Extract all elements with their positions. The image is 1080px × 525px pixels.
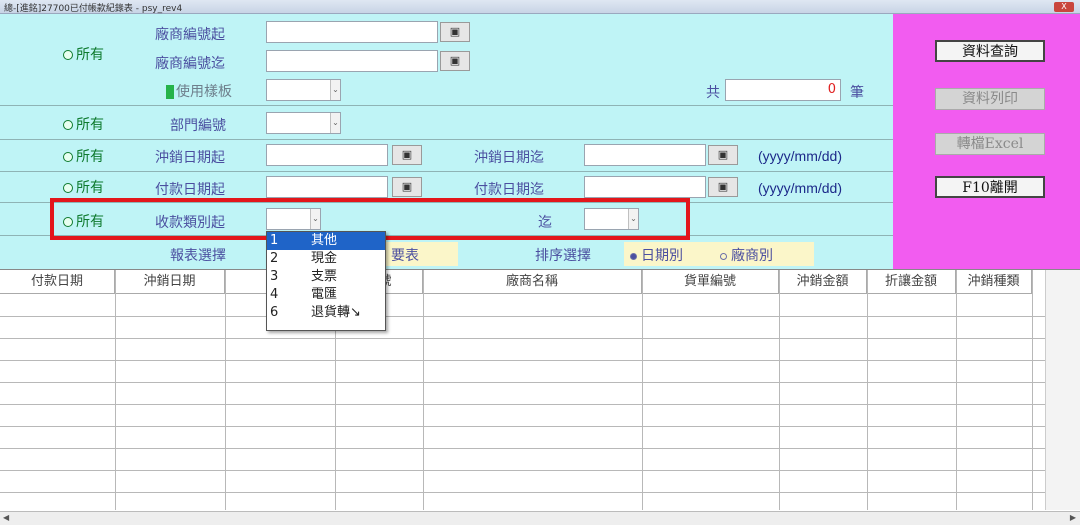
writeoff-to-lookup-button[interactable]: ▣: [708, 145, 738, 165]
writeoff-from-input[interactable]: [266, 144, 388, 166]
radio-dot-icon: [720, 252, 727, 260]
table-row[interactable]: [0, 426, 1045, 427]
pay-from-lookup-button[interactable]: ▣: [392, 177, 422, 197]
dropdown-option[interactable]: 2 現金: [267, 250, 385, 268]
column-divider: [956, 270, 957, 510]
pay-from-label: 付款日期起: [155, 182, 225, 198]
date-format-hint: (yyyy/mm/dd): [758, 180, 842, 196]
writeoff-to-label: 沖銷日期迄: [474, 150, 544, 166]
scroll-left-icon[interactable]: ◀: [3, 513, 9, 522]
binoculars-icon: ▣: [449, 54, 461, 67]
scroll-right-icon[interactable]: ▶: [1070, 513, 1076, 522]
column-header[interactable]: 折讓金額: [867, 270, 956, 294]
column-divider: [225, 270, 226, 510]
vendor-all-checkbox[interactable]: 所有: [63, 44, 104, 64]
title-bar: 總-[進銘]27700已付帳款紀錄表 - psy_rev4 X: [0, 0, 1080, 14]
pay-to-lookup-button[interactable]: ▣: [708, 177, 738, 197]
binoculars-icon: ▣: [449, 25, 461, 38]
pay-to-input[interactable]: [584, 176, 706, 198]
sort-by-vendor-label: 廠商別: [731, 248, 773, 264]
date-format-hint: (yyyy/mm/dd): [758, 148, 842, 164]
horizontal-scrollbar[interactable]: ◀ ▶: [0, 511, 1080, 525]
pay-to-label: 付款日期迄: [474, 182, 544, 198]
sort-select-label: 排序選擇: [535, 248, 591, 264]
result-grid[interactable]: 付款日期 沖銷日期 編號 廠商名稱 貨單編號 沖銷金額 折讓金額 沖銷種類 ◀ …: [0, 269, 1080, 525]
dept-label: 部門編號: [170, 118, 226, 134]
writeoff-all-checkbox[interactable]: 所有: [63, 146, 104, 166]
report-select-label: 報表選擇: [170, 248, 226, 264]
template-select[interactable]: ⌄: [266, 79, 341, 101]
vendor-to-label: 廠商編號迄: [155, 56, 225, 72]
vendor-to-lookup-button[interactable]: ▣: [440, 51, 470, 71]
check-icon: [166, 85, 174, 99]
use-template-checkbox[interactable]: 使用樣板: [166, 81, 232, 101]
table-row[interactable]: [0, 316, 1045, 317]
binoculars-icon: ▣: [717, 180, 729, 193]
table-row[interactable]: [0, 448, 1045, 449]
column-divider: [642, 270, 643, 510]
sort-by-vendor-radio[interactable]: 廠商別: [720, 245, 773, 265]
dropdown-option[interactable]: 4 電匯: [267, 286, 385, 304]
report-summary-option[interactable]: 要表: [385, 242, 458, 266]
table-row[interactable]: [0, 470, 1045, 471]
query-button[interactable]: 資料查詢: [935, 40, 1045, 62]
exit-button[interactable]: F10離開: [935, 176, 1045, 198]
column-divider: [779, 270, 780, 510]
total-prefix: 共: [706, 85, 720, 101]
radio-dot-icon: [630, 252, 637, 260]
table-row[interactable]: [0, 338, 1045, 339]
chevron-down-icon: ⌄: [330, 80, 340, 100]
dropdown-option[interactable]: 6 退貨轉↘: [267, 304, 385, 322]
row-separator: [0, 171, 893, 172]
chevron-down-icon: ⌄: [330, 113, 340, 133]
sort-by-date-label: 日期別: [641, 248, 683, 264]
column-divider: [867, 270, 868, 510]
table-row[interactable]: [0, 404, 1045, 405]
pay-all-checkbox[interactable]: 所有: [63, 177, 104, 197]
total-count-field: 0: [725, 79, 841, 101]
vendor-to-input[interactable]: [266, 50, 438, 72]
writeoff-from-lookup-button[interactable]: ▣: [392, 145, 422, 165]
column-header[interactable]: 付款日期: [0, 270, 115, 294]
column-header[interactable]: 沖銷種類: [956, 270, 1032, 294]
vendor-from-input[interactable]: [266, 21, 438, 43]
sort-by-date-radio[interactable]: 日期別: [630, 245, 683, 265]
dept-select[interactable]: ⌄: [266, 112, 341, 134]
column-header[interactable]: 沖銷日期: [115, 270, 225, 294]
row-separator: [0, 139, 893, 140]
print-button[interactable]: 資料列印: [935, 88, 1045, 110]
vendor-from-lookup-button[interactable]: ▣: [440, 22, 470, 42]
report-summary-label: 要表: [391, 248, 419, 264]
row-separator: [0, 105, 893, 106]
recv-type-dropdown-list[interactable]: 1 其他 2 現金 3 支票 4 電匯 6 退貨轉↘: [266, 231, 386, 331]
export-excel-button[interactable]: 轉檔Excel: [935, 133, 1045, 155]
binoculars-icon: ▣: [717, 148, 729, 161]
column-header[interactable]: 廠商名稱: [423, 270, 642, 294]
dropdown-option[interactable]: 3 支票: [267, 268, 385, 286]
vendor-from-label: 廠商編號起: [155, 27, 225, 43]
column-divider: [115, 270, 116, 510]
column-header[interactable]: 貨單編號: [642, 270, 779, 294]
close-button[interactable]: X: [1054, 2, 1074, 12]
writeoff-to-input[interactable]: [584, 144, 706, 166]
binoculars-icon: ▣: [401, 180, 413, 193]
window-title: 總-[進銘]27700已付帳款紀錄表 - psy_rev4: [4, 4, 183, 14]
dropdown-option[interactable]: 1 其他: [267, 232, 385, 250]
binoculars-icon: ▣: [401, 148, 413, 161]
total-suffix: 筆: [850, 85, 864, 101]
column-divider: [423, 270, 424, 510]
use-template-label: 使用樣板: [176, 84, 232, 100]
column-divider: [1032, 270, 1033, 510]
table-row[interactable]: [0, 382, 1045, 383]
pay-from-input[interactable]: [266, 176, 388, 198]
writeoff-from-label: 沖銷日期起: [155, 150, 225, 166]
vertical-scrollbar[interactable]: [1045, 270, 1080, 510]
table-row[interactable]: [0, 360, 1045, 361]
column-header[interactable]: 沖銷金額: [779, 270, 867, 294]
table-row[interactable]: [0, 492, 1045, 493]
dept-all-checkbox[interactable]: 所有: [63, 114, 104, 134]
